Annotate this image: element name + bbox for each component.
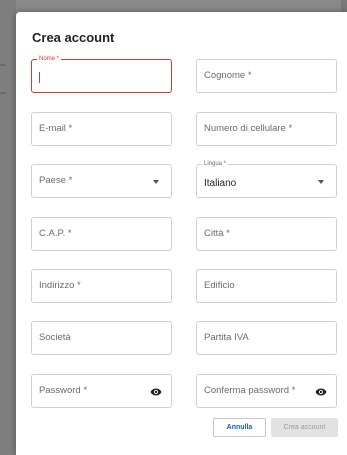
eye-icon[interactable] [149, 386, 163, 398]
password-placeholder: Password * [39, 385, 88, 396]
paese-placeholder: Paese * [39, 175, 73, 186]
email-placeholder: E-mail * [39, 123, 73, 134]
edificio-placeholder: Edificio [204, 280, 235, 291]
lingua-value: Italiano [204, 178, 237, 189]
dialog-title: Crea account [32, 30, 115, 45]
indirizzo-placeholder: Indirizzo * [39, 280, 81, 291]
backdrop-stripe [0, 92, 6, 94]
cellulare-field[interactable]: Numero di cellulare * [196, 112, 337, 146]
backdrop-stripe [0, 64, 6, 66]
cancel-button[interactable]: Annulla [213, 418, 266, 437]
password-field[interactable]: Password * [31, 374, 172, 408]
lingua-label: Lingua * [202, 160, 229, 168]
nome-label: Nome * [37, 55, 62, 63]
create-account-button[interactable]: Crea account [271, 418, 338, 437]
cap-placeholder: C.A.P. * [39, 228, 72, 239]
cellulare-placeholder: Numero di cellulare * [204, 123, 293, 134]
chevron-down-icon [153, 180, 159, 184]
paese-select[interactable]: Paese * [31, 164, 172, 198]
societa-placeholder: Società [39, 332, 71, 343]
page-backdrop-left [0, 0, 16, 455]
citta-placeholder: Città * [204, 228, 230, 239]
cognome-placeholder: Cognome * [204, 70, 252, 81]
eye-icon[interactable] [314, 386, 328, 398]
cognome-field[interactable]: Cognome * [196, 59, 337, 93]
edificio-field[interactable]: Edificio [196, 269, 337, 303]
partita-iva-placeholder: Partita IVA [204, 332, 249, 343]
partita-iva-field[interactable]: Partita IVA [196, 321, 337, 355]
lingua-select[interactable]: Lingua * Italiano [196, 160, 337, 198]
create-account-dialog: Crea account Nome * Cognome * E-mail * N… [16, 12, 347, 455]
conferma-password-field[interactable]: Conferma password * [196, 374, 337, 408]
email-field[interactable]: E-mail * [31, 112, 172, 146]
conferma-password-placeholder: Conferma password * [204, 385, 296, 396]
societa-field[interactable]: Società [31, 321, 172, 355]
chevron-down-icon [318, 180, 324, 184]
indirizzo-field[interactable]: Indirizzo * [31, 269, 172, 303]
cap-field[interactable]: C.A.P. * [31, 217, 172, 251]
nome-field[interactable]: Nome * [31, 55, 172, 93]
text-caret [39, 72, 40, 83]
citta-field[interactable]: Città * [196, 217, 337, 251]
